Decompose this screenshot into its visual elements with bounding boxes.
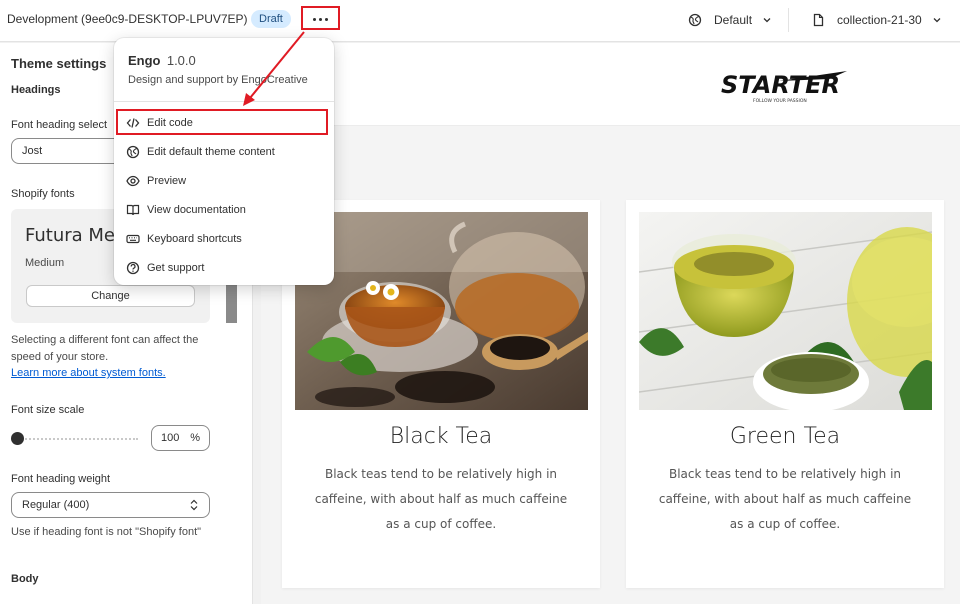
green-tea-image[interactable] [639,212,932,410]
code-icon [126,116,140,130]
store-logo[interactable]: STARTER FOLLOW YOUR PASSION [719,69,851,108]
sidebar-title: Theme settings [11,56,107,71]
section-heading-headings: Headings [11,84,61,96]
chevron-down-icon [933,18,941,23]
ellipsis-dot [324,17,328,21]
font-weight: Medium [25,257,65,269]
ellipsis-icon [312,17,316,21]
shopify-fonts-label: Shopify fonts [11,188,75,200]
menu-item-label: Edit default theme content [147,146,275,158]
product-card-green-tea[interactable]: Green Tea Black teas tend to be relative… [626,200,944,588]
font-size-slider-thumb[interactable] [11,432,24,445]
menu-item-preview[interactable]: Preview [120,168,328,194]
template-picker[interactable]: collection-21-30 [812,10,942,30]
font-help-text: Selecting a different font can affect th… [11,334,199,363]
product-title[interactable]: Green Tea [626,424,944,449]
page-icon [813,13,824,27]
menu-separator [114,101,334,102]
template-picker-label: collection-21-30 [837,13,922,27]
ellipsis-dot [318,17,322,21]
font-size-scale-unit: % [190,432,200,444]
font-heading-weight-select[interactable]: Regular (400) [11,492,210,518]
menu-app-support: Design and support by EngoCreative [128,74,308,86]
menu-item-label: Keyboard shortcuts [147,233,242,245]
font-heading-select-value: Jost [22,145,43,157]
font-size-scale-input[interactable]: 100 % [151,425,210,451]
keyboard-icon [126,232,140,246]
font-size-scale-value: 100 [161,432,180,444]
menu-app-version: 1.0.0 [166,53,196,68]
black-tea-image[interactable] [295,212,588,410]
font-heading-weight-label: Font heading weight [11,473,111,485]
sidebar-scrollbar[interactable] [226,283,237,323]
globe-icon [688,13,702,27]
more-actions-menu: Engo 1.0.0 Design and support by EngoCre… [114,38,334,285]
eye-icon [126,174,140,188]
theme-picker[interactable]: Default [688,10,772,30]
menu-item-label: Edit code [147,117,193,129]
menu-app-info: Engo 1.0.0 [128,53,196,68]
preview-header: STARTER FOLLOW YOUR PASSION [261,43,960,126]
menu-item-edit-default-theme-content[interactable]: Edit default theme content [120,139,328,165]
product-description: Black teas tend to be relatively high in… [658,467,912,531]
font-heading-weight-note: Use if heading font is not "Shopify font… [11,526,202,538]
store-name: Development (9ee0c9-DESKTOP-LPUV7EP) [7,12,248,26]
menu-item-view-documentation[interactable]: View documentation [120,197,328,223]
font-heading-weight-value: Regular (400) [22,499,90,511]
more-actions-button[interactable] [305,8,335,30]
status-badge: Draft [251,10,291,28]
chevron-down-icon [763,18,771,23]
logo-tagline: FOLLOW YOUR PASSION [753,98,807,104]
font-size-scale-label: Font size scale [11,404,85,416]
menu-item-label: Get support [147,262,205,274]
font-size-slider-track[interactable] [18,438,138,440]
topbar-divider [788,8,789,32]
menu-item-label: View documentation [147,204,246,216]
section-heading-body: Body [11,573,39,585]
globe-icon [126,145,140,159]
menu-item-edit-code[interactable]: Edit code [120,110,328,136]
font-heading-select-label: Font heading select [11,119,108,131]
system-fonts-link[interactable]: Learn more about system fonts. [11,367,166,379]
product-title[interactable]: Black Tea [282,424,600,449]
change-font-button[interactable]: Change [26,285,195,307]
top-bar: Development (9ee0c9-DESKTOP-LPUV7EP) Dra… [0,0,960,42]
menu-item-keyboard-shortcuts[interactable]: Keyboard shortcuts [120,226,328,252]
product-description: Black teas tend to be relatively high in… [314,467,568,531]
select-arrows-icon [190,499,198,511]
question-icon [126,261,140,275]
menu-item-label: Preview [147,175,187,187]
menu-item-get-support[interactable]: Get support [120,255,328,281]
book-icon [126,203,140,217]
store-preview: STARTER FOLLOW YOUR PASSION Black Tea Bl… [261,43,960,604]
menu-app-name: Engo [128,53,161,68]
theme-picker-label: Default [714,13,753,27]
